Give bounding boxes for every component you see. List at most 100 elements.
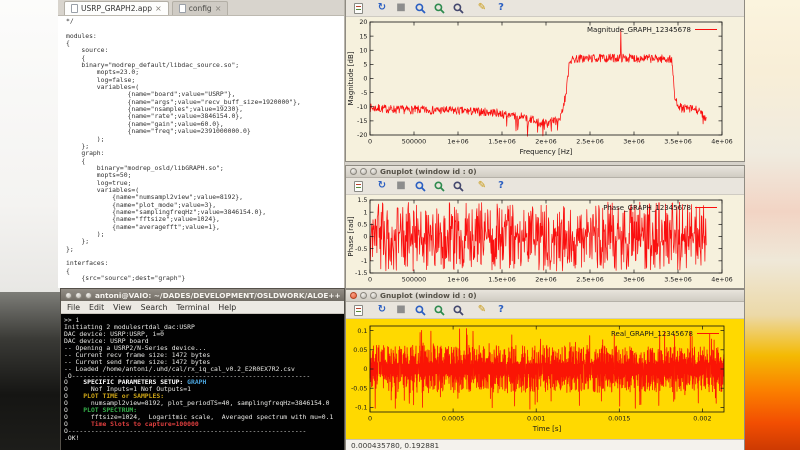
menu-item-file[interactable]: File <box>67 303 80 312</box>
maximize-button[interactable] <box>85 292 92 299</box>
svg-text:Phase_GRAPH_12345678: Phase_GRAPH_12345678 <box>603 204 691 212</box>
terminal-titlebar[interactable]: antoni@VAIO: ~/DADES/DEVELOPMENT/OSLDWOR… <box>61 289 344 301</box>
close-button[interactable] <box>65 292 72 299</box>
tab-close-icon[interactable]: × <box>155 5 162 13</box>
svg-text:0: 0 <box>368 138 372 146</box>
zoom-previous-icon[interactable] <box>414 304 426 316</box>
svg-text:0: 0 <box>368 415 372 423</box>
apply-zoom-icon[interactable] <box>452 2 464 14</box>
stop-icon[interactable]: ■ <box>395 2 407 14</box>
code-line: interfaces: <box>66 260 344 267</box>
help-icon[interactable]: ? <box>495 304 507 316</box>
tab-config[interactable]: config × <box>172 1 229 15</box>
gnuplot-magnitude-window: ↻■✎? 05000001e+061.5e+062e+062.5e+063e+0… <box>345 0 745 162</box>
svg-text:2.5e+06: 2.5e+06 <box>576 138 604 146</box>
gnuplot-titlebar[interactable]: Gnuplot (window id : 0) <box>346 166 744 178</box>
code-line: source: <box>66 47 344 54</box>
code-line: {name="averagefft";value=1}, <box>66 224 344 231</box>
terminal-line: O---------------------------------------… <box>64 428 344 435</box>
maximize-button[interactable] <box>370 168 377 175</box>
menu-item-search[interactable]: Search <box>141 303 168 312</box>
menu-item-view[interactable]: View <box>113 303 132 312</box>
config-icon[interactable]: ✎ <box>476 304 488 316</box>
desktop-background-left <box>0 0 60 292</box>
terminal-output[interactable]: >> iInitiating 2 modulesrtdal_dac:USRPDA… <box>61 314 344 442</box>
help-icon[interactable]: ? <box>495 2 507 14</box>
gnuplot-window-title: Gnuplot (window id : 0) <box>380 291 477 300</box>
close-button[interactable] <box>350 292 357 299</box>
svg-text:0: 0 <box>363 75 367 83</box>
svg-text:2e+06: 2e+06 <box>535 276 556 284</box>
copy-plot-icon[interactable] <box>352 180 364 192</box>
maximize-button[interactable] <box>370 292 377 299</box>
menu-item-help[interactable]: Help <box>218 303 236 312</box>
magnitude-plot-canvas[interactable]: 05000001e+061.5e+062e+062.5e+063e+063.5e… <box>346 17 744 161</box>
svg-text:0.0015: 0.0015 <box>608 415 630 423</box>
tab-usrp-graph2-app[interactable]: USRP_GRAPH2.app × <box>64 1 169 15</box>
config-icon[interactable]: ✎ <box>476 180 488 192</box>
svg-text:0.002: 0.002 <box>693 415 711 423</box>
svg-text:1e+06: 1e+06 <box>447 276 468 284</box>
svg-text:0.05: 0.05 <box>353 346 367 354</box>
close-button[interactable] <box>350 168 357 175</box>
zoom-next-icon[interactable] <box>433 180 445 192</box>
replot-icon[interactable]: ↻ <box>376 304 388 316</box>
svg-text:0: 0 <box>363 365 367 373</box>
terminal-menubar: File Edit View Search Terminal Help <box>61 301 344 314</box>
zoom-previous-icon[interactable] <box>414 2 426 14</box>
code-editor-content[interactable]: */ modules:{ source: { binary="modrep_de… <box>58 16 344 282</box>
desktop-background-left-bottom <box>0 292 60 450</box>
code-line: }; <box>66 238 344 245</box>
stop-icon[interactable]: ■ <box>395 180 407 192</box>
replot-icon[interactable]: ↻ <box>376 2 388 14</box>
help-icon[interactable]: ? <box>495 180 507 192</box>
zoom-next-icon[interactable] <box>433 2 445 14</box>
replot-icon[interactable]: ↻ <box>376 180 388 192</box>
copy-plot-icon[interactable] <box>352 2 364 14</box>
config-icon[interactable]: ✎ <box>476 2 488 14</box>
tab-close-icon[interactable]: × <box>215 5 222 13</box>
svg-text:3e+06: 3e+06 <box>623 138 644 146</box>
svg-text:0: 0 <box>363 233 367 241</box>
phase-plot-canvas[interactable]: 05000001e+061.5e+062e+062.5e+063e+063.5e… <box>346 195 744 288</box>
svg-text:1.5e+06: 1.5e+06 <box>488 138 516 146</box>
minimize-button[interactable] <box>360 168 367 175</box>
tab-label: USRP_GRAPH2.app <box>81 4 152 13</box>
menu-item-edit[interactable]: Edit <box>89 303 104 312</box>
minimize-button[interactable] <box>360 292 367 299</box>
gnuplot-window-title: Gnuplot (window id : 0) <box>380 167 477 176</box>
svg-text:1.5: 1.5 <box>357 196 367 204</box>
svg-text:3e+06: 3e+06 <box>623 276 644 284</box>
code-line <box>66 25 344 32</box>
code-line: }; <box>66 246 344 253</box>
real-plot-canvas[interactable]: 00.00050.0010.00150.0020.10.050-0.05-0.1… <box>346 319 744 439</box>
svg-text:-20: -20 <box>357 131 367 139</box>
code-line: }; <box>66 143 344 150</box>
svg-text:5: 5 <box>363 61 367 69</box>
svg-text:Real_GRAPH_12345678: Real_GRAPH_12345678 <box>611 330 693 338</box>
code-line: graph: <box>66 150 344 157</box>
menu-item-terminal[interactable]: Terminal <box>176 303 209 312</box>
gnuplot-real-window: Gnuplot (window id : 0) ↻■✎? 00.00050.00… <box>345 289 745 450</box>
terminal-line: .OK! <box>64 435 344 442</box>
copy-plot-icon[interactable] <box>352 304 364 316</box>
svg-text:0.1: 0.1 <box>357 327 367 335</box>
svg-text:4e+06: 4e+06 <box>711 276 732 284</box>
zoom-previous-icon[interactable] <box>414 180 426 192</box>
svg-text:4e+06: 4e+06 <box>711 138 732 146</box>
svg-text:2e+06: 2e+06 <box>535 138 556 146</box>
gnuplot-titlebar[interactable]: Gnuplot (window id : 0) <box>346 290 744 302</box>
svg-text:2.5e+06: 2.5e+06 <box>576 276 604 284</box>
zoom-next-icon[interactable] <box>433 304 445 316</box>
svg-text:-5: -5 <box>361 89 367 97</box>
code-line: ); <box>66 136 344 143</box>
apply-zoom-icon[interactable] <box>452 304 464 316</box>
minimize-button[interactable] <box>75 292 82 299</box>
svg-text:500000: 500000 <box>402 138 426 146</box>
code-line: {src="source";dest="graph"} <box>66 275 344 282</box>
svg-text:-0.1: -0.1 <box>355 404 367 412</box>
apply-zoom-icon[interactable] <box>452 180 464 192</box>
svg-text:0.5: 0.5 <box>357 221 367 229</box>
svg-text:500000: 500000 <box>402 276 426 284</box>
stop-icon[interactable]: ■ <box>395 304 407 316</box>
